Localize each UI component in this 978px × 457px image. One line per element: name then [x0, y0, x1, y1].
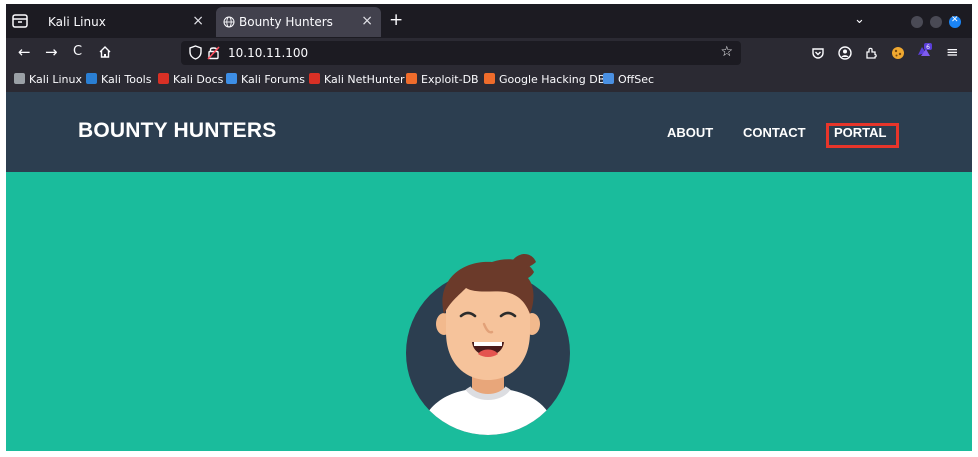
shield-icon[interactable]	[189, 45, 202, 64]
home-icon[interactable]	[98, 45, 112, 63]
svg-text:6: 6	[926, 44, 930, 51]
tab-title: Bounty Hunters	[239, 15, 333, 29]
bookmark-label: Kali Tools	[101, 73, 152, 86]
globe-icon	[223, 16, 235, 31]
site-brand[interactable]: BOUNTY HUNTERS	[78, 119, 276, 143]
reload-icon[interactable]: C	[73, 43, 82, 61]
bookmark-label: Kali NetHunter	[324, 73, 405, 86]
exploit-db-icon	[406, 73, 417, 84]
avatar-image	[406, 254, 570, 435]
extensions-icon[interactable]	[864, 45, 878, 64]
kali-tools-icon	[86, 73, 97, 84]
bookmark-label: Exploit-DB	[421, 73, 479, 86]
bookmark-kali-nethunter[interactable]: Kali NetHunter	[309, 73, 405, 86]
tab-close-icon[interactable]: ×	[361, 13, 373, 29]
tab-bounty-hunters[interactable]: Bounty Hunters ×	[216, 7, 381, 37]
firefox-view-icon[interactable]	[11, 12, 29, 30]
bookmark-label: Kali Forums	[241, 73, 305, 86]
bookmark-label: OffSec	[618, 73, 655, 86]
offsec-icon	[603, 73, 614, 84]
nav-link-contact[interactable]: CONTACT	[743, 125, 806, 140]
maximize-button[interactable]	[930, 16, 942, 28]
bookmark-offsec[interactable]: OffSec	[603, 73, 654, 86]
tab-kali-linux[interactable]: Kali Linux ×	[36, 7, 212, 37]
ghdb-icon	[484, 73, 495, 84]
bookmark-kali-docs[interactable]: Kali Docs	[158, 73, 223, 86]
bookmark-kali-linux[interactable]: Kali Linux	[14, 73, 82, 86]
kali-docs-icon	[158, 73, 169, 84]
pocket-icon[interactable]	[811, 45, 825, 64]
account-icon[interactable]	[838, 45, 852, 64]
list-all-tabs-icon[interactable]: ⌄	[854, 12, 865, 27]
bookmark-label: Kali Docs	[173, 73, 224, 86]
cookie-extension-icon[interactable]	[891, 45, 905, 64]
nav-link-portal[interactable]: PORTAL	[834, 125, 886, 140]
nav-link-about[interactable]: ABOUT	[667, 125, 713, 140]
bookmarks-toolbar: Kali Linux Kali Tools Kali Docs Kali For…	[6, 68, 972, 92]
navigation-toolbar: ← → C 10.10.11.100 ☆ 6 ≡	[6, 38, 972, 68]
minimize-button[interactable]	[911, 16, 923, 28]
back-icon[interactable]: ←	[18, 43, 31, 61]
bookmark-star-icon[interactable]: ☆	[720, 44, 733, 60]
url-bar[interactable]: 10.10.11.100 ☆	[181, 41, 741, 65]
kali-dragon-icon	[14, 73, 25, 84]
browser-window: Kali Linux × Bounty Hunters × + ⌄ ← → C	[6, 4, 972, 451]
tab-title: Kali Linux	[48, 15, 106, 29]
forward-icon[interactable]: →	[45, 43, 58, 61]
bookmark-kali-tools[interactable]: Kali Tools	[86, 73, 151, 86]
site-header: BOUNTY HUNTERS ABOUT CONTACT PORTAL	[6, 92, 972, 172]
nethunter-icon	[309, 73, 320, 84]
insecure-lock-icon[interactable]	[207, 45, 220, 64]
url-text[interactable]: 10.10.11.100	[228, 46, 308, 60]
foxyproxy-extension-icon[interactable]: 6	[916, 43, 932, 63]
bookmark-google-hacking-db[interactable]: Google Hacking DB	[484, 73, 605, 86]
new-tab-button[interactable]: +	[389, 10, 403, 30]
bookmark-kali-forums[interactable]: Kali Forums	[226, 73, 305, 86]
web-page: BOUNTY HUNTERS ABOUT CONTACT PORTAL	[6, 92, 972, 451]
tab-close-icon[interactable]: ×	[192, 13, 204, 29]
menu-icon[interactable]: ≡	[946, 43, 959, 61]
bookmark-exploit-db[interactable]: Exploit-DB	[406, 73, 479, 86]
bookmark-label: Kali Linux	[29, 73, 83, 86]
close-window-button[interactable]	[949, 15, 961, 28]
bookmark-label: Google Hacking DB	[499, 73, 606, 86]
kali-forums-icon	[226, 73, 237, 84]
tab-strip: Kali Linux × Bounty Hunters × + ⌄	[6, 4, 972, 38]
